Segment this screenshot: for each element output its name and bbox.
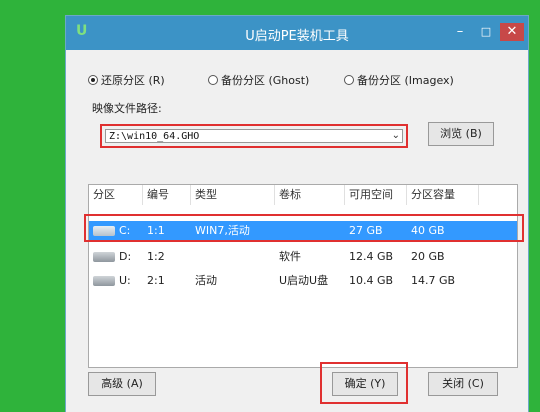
column-header-partition[interactable]: 分区 bbox=[89, 185, 143, 205]
usb-drive-icon bbox=[93, 276, 115, 286]
image-path-highlight: Z:\win10_64.GHO ⌄ bbox=[100, 124, 408, 148]
browse-button[interactable]: 浏览 (B) bbox=[428, 122, 494, 146]
table-row-u[interactable]: U: 2:1 活动 U启动U盘 10.4 GB 14.7 GB bbox=[89, 271, 517, 291]
selected-row-highlight bbox=[84, 214, 524, 242]
backup-imagex-radio[interactable]: 备份分区 (Imagex) bbox=[344, 72, 454, 88]
cell-label: 软件 bbox=[279, 250, 301, 263]
minimize-button[interactable]: – bbox=[448, 23, 472, 41]
image-path-combobox[interactable]: Z:\win10_64.GHO bbox=[105, 129, 403, 143]
cell-type bbox=[191, 247, 195, 267]
backup-ghost-radio[interactable]: 备份分区 (Ghost) bbox=[208, 72, 309, 88]
image-path-value: Z:\win10_64.GHO bbox=[109, 131, 200, 142]
radio-empty-icon bbox=[208, 75, 218, 85]
image-path-label: 映像文件路径: bbox=[92, 102, 162, 115]
cell-free: 10.4 GB bbox=[349, 274, 394, 287]
cell-free: 12.4 GB bbox=[349, 250, 394, 263]
maximize-button[interactable]: □ bbox=[474, 23, 498, 41]
cell-size: 20 GB bbox=[411, 250, 445, 263]
cell-drive: D: bbox=[119, 250, 132, 263]
cell-size: 14.7 GB bbox=[411, 274, 456, 287]
ok-button[interactable]: 确定 (Y) bbox=[332, 372, 398, 396]
radio-selected-icon bbox=[88, 75, 98, 85]
hard-drive-icon bbox=[93, 252, 115, 262]
close-button[interactable]: 关闭 (C) bbox=[428, 372, 498, 396]
column-header-label[interactable]: 卷标 bbox=[275, 185, 345, 205]
radio-label: 备份分区 (Ghost) bbox=[221, 74, 310, 87]
title-bar[interactable]: U U启动PE装机工具 – □ ✕ bbox=[66, 16, 528, 50]
radio-label: 还原分区 (R) bbox=[101, 74, 165, 87]
radio-empty-icon bbox=[344, 75, 354, 85]
cell-number: 2:1 bbox=[147, 274, 165, 287]
advanced-button[interactable]: 高级 (A) bbox=[88, 372, 156, 396]
cell-drive: U: bbox=[119, 274, 131, 287]
column-header-type[interactable]: 类型 bbox=[191, 185, 275, 205]
cell-label: U启动U盘 bbox=[279, 274, 329, 287]
close-window-button[interactable]: ✕ bbox=[500, 23, 524, 41]
column-header-number[interactable]: 编号 bbox=[143, 185, 191, 205]
table-row-d[interactable]: D: 1:2 软件 12.4 GB 20 GB bbox=[89, 247, 517, 267]
installer-window: U U启动PE装机工具 – □ ✕ 还原分区 (R) 备份分区 (Ghost) … bbox=[66, 16, 528, 412]
column-header-free[interactable]: 可用空间 bbox=[345, 185, 407, 205]
column-header-size[interactable]: 分区容量 bbox=[407, 185, 479, 205]
cell-number: 1:2 bbox=[147, 250, 165, 263]
chevron-down-icon[interactable]: ⌄ bbox=[392, 130, 400, 141]
partition-table: 分区 编号 类型 卷标 可用空间 分区容量 C: 1:1 WIN7,活动 27 … bbox=[88, 184, 518, 368]
restore-partition-radio[interactable]: 还原分区 (R) bbox=[88, 72, 165, 88]
radio-label: 备份分区 (Imagex) bbox=[357, 74, 454, 87]
mode-radio-group: 还原分区 (R) 备份分区 (Ghost) 备份分区 (Imagex) bbox=[88, 72, 518, 90]
cell-type: 活动 bbox=[195, 274, 217, 287]
